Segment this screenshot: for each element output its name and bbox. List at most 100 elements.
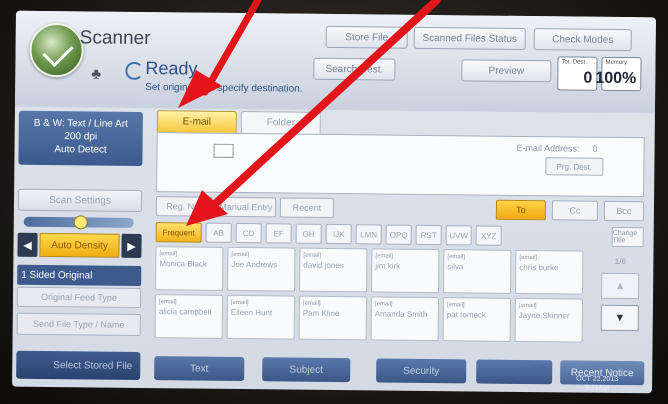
density-increase-button[interactable]: ▶ <box>121 233 142 258</box>
index-tab[interactable]: AB <box>205 222 232 243</box>
destination-panel: E-mail Folder E-mail Address: 0 Prg. Des… <box>150 108 648 353</box>
clock-time: 9:31AM <box>584 384 610 392</box>
tab-folder[interactable]: Folder <box>240 111 321 134</box>
destination-entry[interactable]: [email] alicia campbell <box>154 294 224 339</box>
auto-density-button[interactable]: Auto Density <box>39 232 120 258</box>
send-file-type-button[interactable]: Send File Type / Name <box>16 312 141 336</box>
index-tab-frequent[interactable]: Frequent <box>155 222 202 243</box>
destination-tag: [email] <box>518 302 537 310</box>
text-button[interactable]: Text <box>154 356 245 382</box>
disabled-button <box>476 359 553 385</box>
recent-button[interactable]: Recent <box>279 197 335 218</box>
destination-name: jim kirk <box>375 261 401 271</box>
destination-entry[interactable]: [email] Amanda Smith <box>370 296 440 342</box>
destination-name: Jayne Skinner <box>518 310 570 321</box>
store-file-button[interactable]: Store File <box>325 25 408 49</box>
scanner-app-icon <box>29 22 84 78</box>
header-bar: Scanner ♣ Ready Set original and specify… <box>14 10 656 114</box>
to-button[interactable]: To <box>495 199 547 221</box>
destination-entry[interactable]: [email] david jones <box>299 247 368 293</box>
status-subtext: Set original and specify destination. <box>145 82 303 95</box>
status-text: Ready <box>145 58 198 79</box>
index-tab[interactable]: GH <box>295 223 322 244</box>
index-tabs: Frequent AB CD EF GH IJK LMN OPQ RST UVW… <box>155 222 644 248</box>
index-tab[interactable]: EF <box>265 223 292 244</box>
destination-tag: [email] <box>519 254 538 262</box>
page-up-button[interactable]: ▲ <box>601 272 640 300</box>
index-tab[interactable]: IJK <box>325 223 352 245</box>
destination-entry[interactable]: [email] chris burke <box>515 249 584 295</box>
destination-entry[interactable]: [email] jim kirk <box>371 248 440 294</box>
destination-list: [email] Monica Black [email] Joe Andrews [… <box>154 246 596 347</box>
destination-tag: [email] <box>158 299 177 306</box>
destination-tag: [email] <box>303 252 322 259</box>
change-title-button[interactable]: Change Title <box>611 226 644 248</box>
destination-name: alicia campbell <box>158 307 212 317</box>
scan-settings-button[interactable]: Scan Settings <box>17 188 143 212</box>
destination-entry[interactable]: [email] Joe Andrews <box>227 246 296 292</box>
page-indicator: 1/6 <box>614 256 627 266</box>
destination-entry[interactable]: [email] silva <box>443 249 512 294</box>
destination-name: Eileen Hunt <box>230 307 273 318</box>
density-controls: ◀ Auto Density ▶ <box>17 232 142 258</box>
detect-line: Auto Detect <box>54 144 107 156</box>
destination-counter-value: 0 <box>583 69 593 87</box>
density-decrease-button[interactable]: ◀ <box>17 232 38 257</box>
index-tab[interactable]: OPQ <box>385 224 412 245</box>
destination-tag: [email] <box>302 300 321 307</box>
destination-name: Amanda Smith <box>374 309 428 319</box>
clock-date: OCT 22,2013 <box>576 375 619 383</box>
destination-entry[interactable]: [email] Eileen Hunt <box>226 294 296 340</box>
destination-name: Pam Kline <box>302 308 340 319</box>
cc-button[interactable]: Cc <box>551 200 599 221</box>
destination-pager: 1/6 ▲ ▼ <box>600 251 640 347</box>
touch-screen: Scanner ♣ Ready Set original and specify… <box>12 10 656 394</box>
network-icon: ♣ <box>91 65 102 83</box>
check-modes-button[interactable]: Check Modes <box>533 28 632 52</box>
bottom-toolbar: Text Subject Security Recent Notice <box>150 354 646 389</box>
memory-label: Memory <box>605 59 628 67</box>
index-tab[interactable]: RST <box>415 224 442 246</box>
search-destination-button[interactable]: Search Dest. <box>313 57 396 81</box>
destination-counter: Tot. Dest. 0 <box>557 56 598 91</box>
select-stored-file-button[interactable]: Select Stored File <box>16 350 141 380</box>
app-title: Scanner <box>79 27 151 50</box>
destination-name: Joe Andrews <box>231 259 278 270</box>
index-tab[interactable]: UVW <box>445 225 472 246</box>
security-button[interactable]: Security <box>376 358 467 384</box>
destination-tag: [email] <box>375 253 394 260</box>
reg-no-button[interactable]: Reg. No. <box>155 196 213 217</box>
program-destination-button[interactable]: Prg. Dest. <box>545 157 604 176</box>
destination-counter-label: Tot. Dest. <box>561 59 587 66</box>
destination-name: pat tomeck <box>446 310 487 320</box>
clock: OCT 22,2013 9:31AM <box>576 375 618 393</box>
status-icon <box>125 61 144 80</box>
sided-original-button[interactable]: 1 Sided Original <box>17 264 142 286</box>
destination-entry[interactable]: [email] Monica Black <box>155 246 224 291</box>
original-feed-type-button[interactable]: Original Feed Type <box>16 286 142 308</box>
destination-tag: [email] <box>447 254 466 261</box>
destination-entry[interactable]: [email] pat tomeck <box>442 297 512 342</box>
bcc-button[interactable]: Bcc <box>603 200 645 222</box>
destination-field[interactable]: E-mail Address: 0 Prg. Dest. <box>156 132 645 198</box>
scan-type-summary[interactable]: B & W: Text / Line Art 200 dpi Auto Dete… <box>18 110 143 166</box>
scanned-files-status-button[interactable]: Scanned Files Status <box>413 26 526 50</box>
destination-tag: [email] <box>374 301 393 308</box>
destination-name: Monica Black <box>159 259 207 269</box>
document-icon <box>213 143 234 158</box>
index-tab[interactable]: XYZ <box>475 225 502 246</box>
destination-name: chris burke <box>519 262 559 273</box>
page-down-button[interactable]: ▼ <box>600 304 639 332</box>
scan-type-line: B & W: Text / Line Art <box>33 117 128 130</box>
preview-button[interactable]: Preview <box>461 59 552 83</box>
index-tab[interactable]: LMN <box>355 224 382 245</box>
memory-value: 100% <box>595 69 637 88</box>
destination-entry[interactable]: [email] Pam Kline <box>298 295 368 341</box>
density-slider-thumb[interactable] <box>73 215 88 230</box>
index-tab[interactable]: CD <box>235 222 262 244</box>
subject-button[interactable]: Subject <box>262 357 351 383</box>
destination-tag: [email] <box>159 251 178 258</box>
destination-entry[interactable]: [email] Jayne Skinner <box>514 297 584 343</box>
manual-entry-button[interactable]: Manual Entry <box>215 196 277 218</box>
tab-email[interactable]: E-mail <box>156 110 237 133</box>
